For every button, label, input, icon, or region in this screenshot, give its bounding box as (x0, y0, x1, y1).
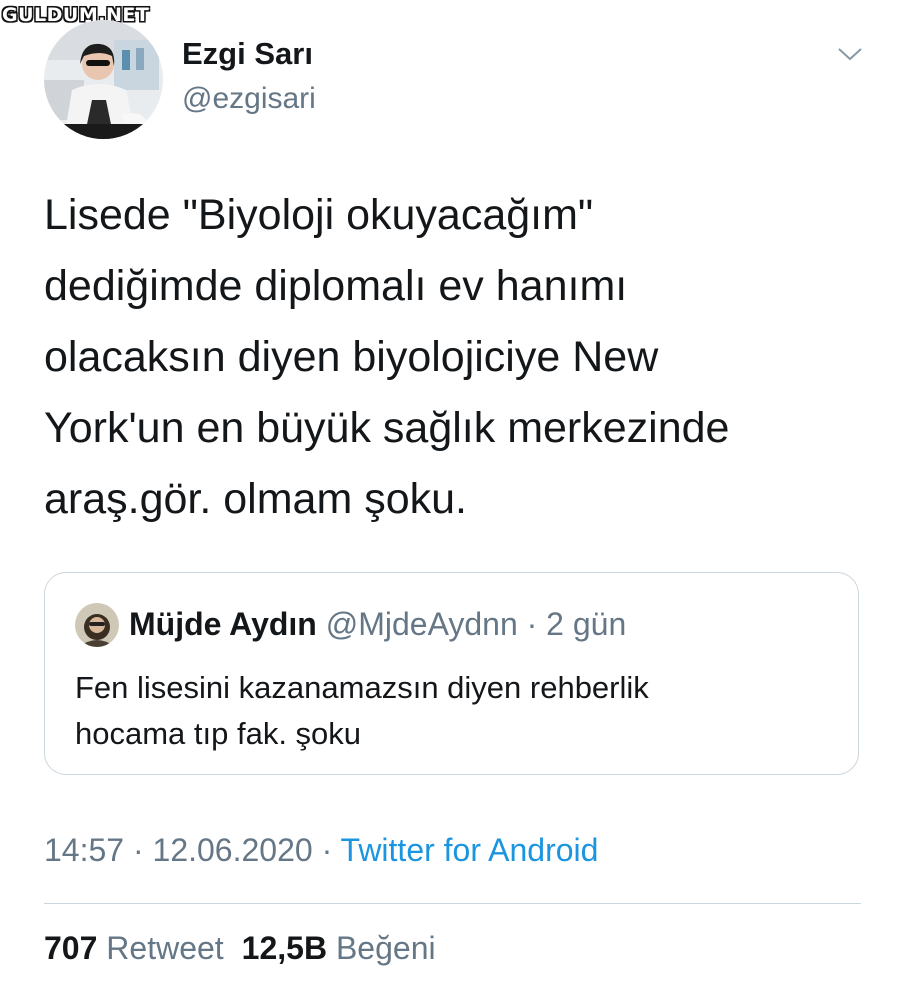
author-avatar[interactable] (44, 20, 163, 139)
likes-label: Beğeni (335, 930, 436, 966)
tweet-source-link[interactable]: Twitter for Android (341, 832, 599, 868)
retweets-stat[interactable]: 707 Retweet (44, 930, 224, 966)
retweets-label: Retweet (106, 930, 224, 966)
tweet-date: 12.06.2020 (152, 832, 313, 868)
likes-count: 12,5B (241, 930, 328, 966)
tweet-meta: 14:57 · 12.06.2020 · Twitter for Android (44, 832, 598, 869)
separator-dot: · (312, 832, 341, 868)
quoted-author-name[interactable]: Müjde Aydın (129, 606, 317, 642)
author-handle[interactable]: @ezgisari (182, 82, 316, 116)
quoted-tweet[interactable]: Müjde Aydın @MjdeAydnn · 2 gün Fen lises… (44, 572, 859, 775)
quoted-time: 2 gün (546, 606, 627, 642)
separator-dot: · (517, 606, 547, 642)
quoted-header: Müjde Aydın @MjdeAydnn · 2 gün (129, 606, 626, 643)
tweet-time: 14:57 (44, 832, 125, 868)
divider (44, 903, 861, 904)
chevron-down-icon[interactable] (836, 44, 864, 64)
quoted-text: Fen lisesini kazanamazsın diyen rehberli… (75, 670, 649, 751)
quoted-avatar[interactable] (75, 603, 119, 647)
retweets-count: 707 (44, 930, 98, 966)
author-name[interactable]: Ezgi Sarı (182, 36, 313, 72)
watermark: GULDUM.NET (2, 4, 150, 26)
tweet-text: Lisede "Biyoloji okuyacağım" dediğimde d… (44, 191, 730, 523)
separator-dot: · (124, 832, 153, 868)
tweet-stats: 707 Retweet 12,5B Beğeni (44, 930, 436, 967)
quoted-author-handle[interactable]: @MjdeAydnn (326, 606, 518, 642)
likes-stat[interactable]: 12,5B Beğeni (242, 930, 436, 966)
